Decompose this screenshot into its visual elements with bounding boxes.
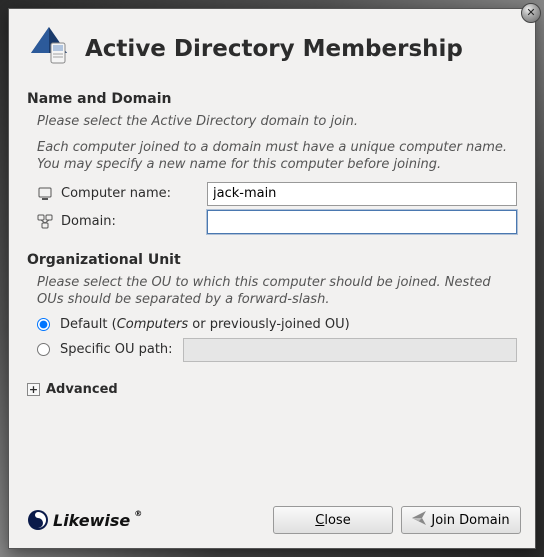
dialog-title: Active Directory Membership [85, 36, 463, 62]
advanced-label: Advanced [46, 382, 118, 397]
domain-icon [37, 214, 55, 230]
ou-path-input [183, 338, 517, 362]
domain-label: Domain: [61, 214, 201, 229]
close-button[interactable]: Close [273, 506, 393, 534]
computer-name-input[interactable] [207, 182, 517, 206]
row-computer-name: Computer name: [37, 182, 517, 206]
join-domain-button[interactable]: Join Domain [401, 506, 521, 534]
section-ou-heading: Organizational Unit [27, 252, 517, 268]
row-ou-specific[interactable]: Specific OU path: [37, 338, 517, 362]
radio-ou-default-label: Default (Computers or previously-joined … [60, 317, 350, 332]
likewise-tm: ® [134, 509, 142, 518]
domain-input[interactable] [207, 210, 517, 234]
computer-icon [37, 186, 55, 202]
radio-ou-specific[interactable] [37, 343, 50, 356]
paper-plane-icon [412, 511, 426, 529]
dialog-content: Name and Domain Please select the Active… [9, 83, 535, 496]
hint-unique-name: Each computer joined to a domain must ha… [37, 139, 517, 174]
computer-name-label: Computer name: [61, 186, 201, 201]
row-domain: Domain: [37, 210, 517, 234]
close-icon[interactable]: ✕ [521, 3, 541, 23]
row-ou-default[interactable]: Default (Computers or previously-joined … [37, 317, 517, 332]
advanced-expander-row[interactable]: + Advanced [27, 382, 517, 397]
server-icon [27, 25, 71, 73]
section-name-domain-heading: Name and Domain [27, 91, 517, 107]
dialog-header: Active Directory Membership [9, 9, 535, 83]
radio-ou-specific-label: Specific OU path: [60, 342, 173, 357]
likewise-logo-text: Likewise [53, 511, 130, 530]
expander-icon[interactable]: + [27, 383, 40, 396]
dialog-footer: Likewise ® Close Join Domain [9, 496, 535, 548]
likewise-logo: Likewise ® [27, 509, 142, 531]
hint-select-domain: Please select the Active Directory domai… [37, 113, 517, 131]
hint-ou: Please select the OU to which this compu… [37, 274, 517, 309]
radio-ou-default[interactable] [37, 318, 50, 331]
likewise-swirl-icon [27, 509, 49, 531]
dialog-window: ✕ Active Directory Membership Name and D… [8, 8, 536, 549]
